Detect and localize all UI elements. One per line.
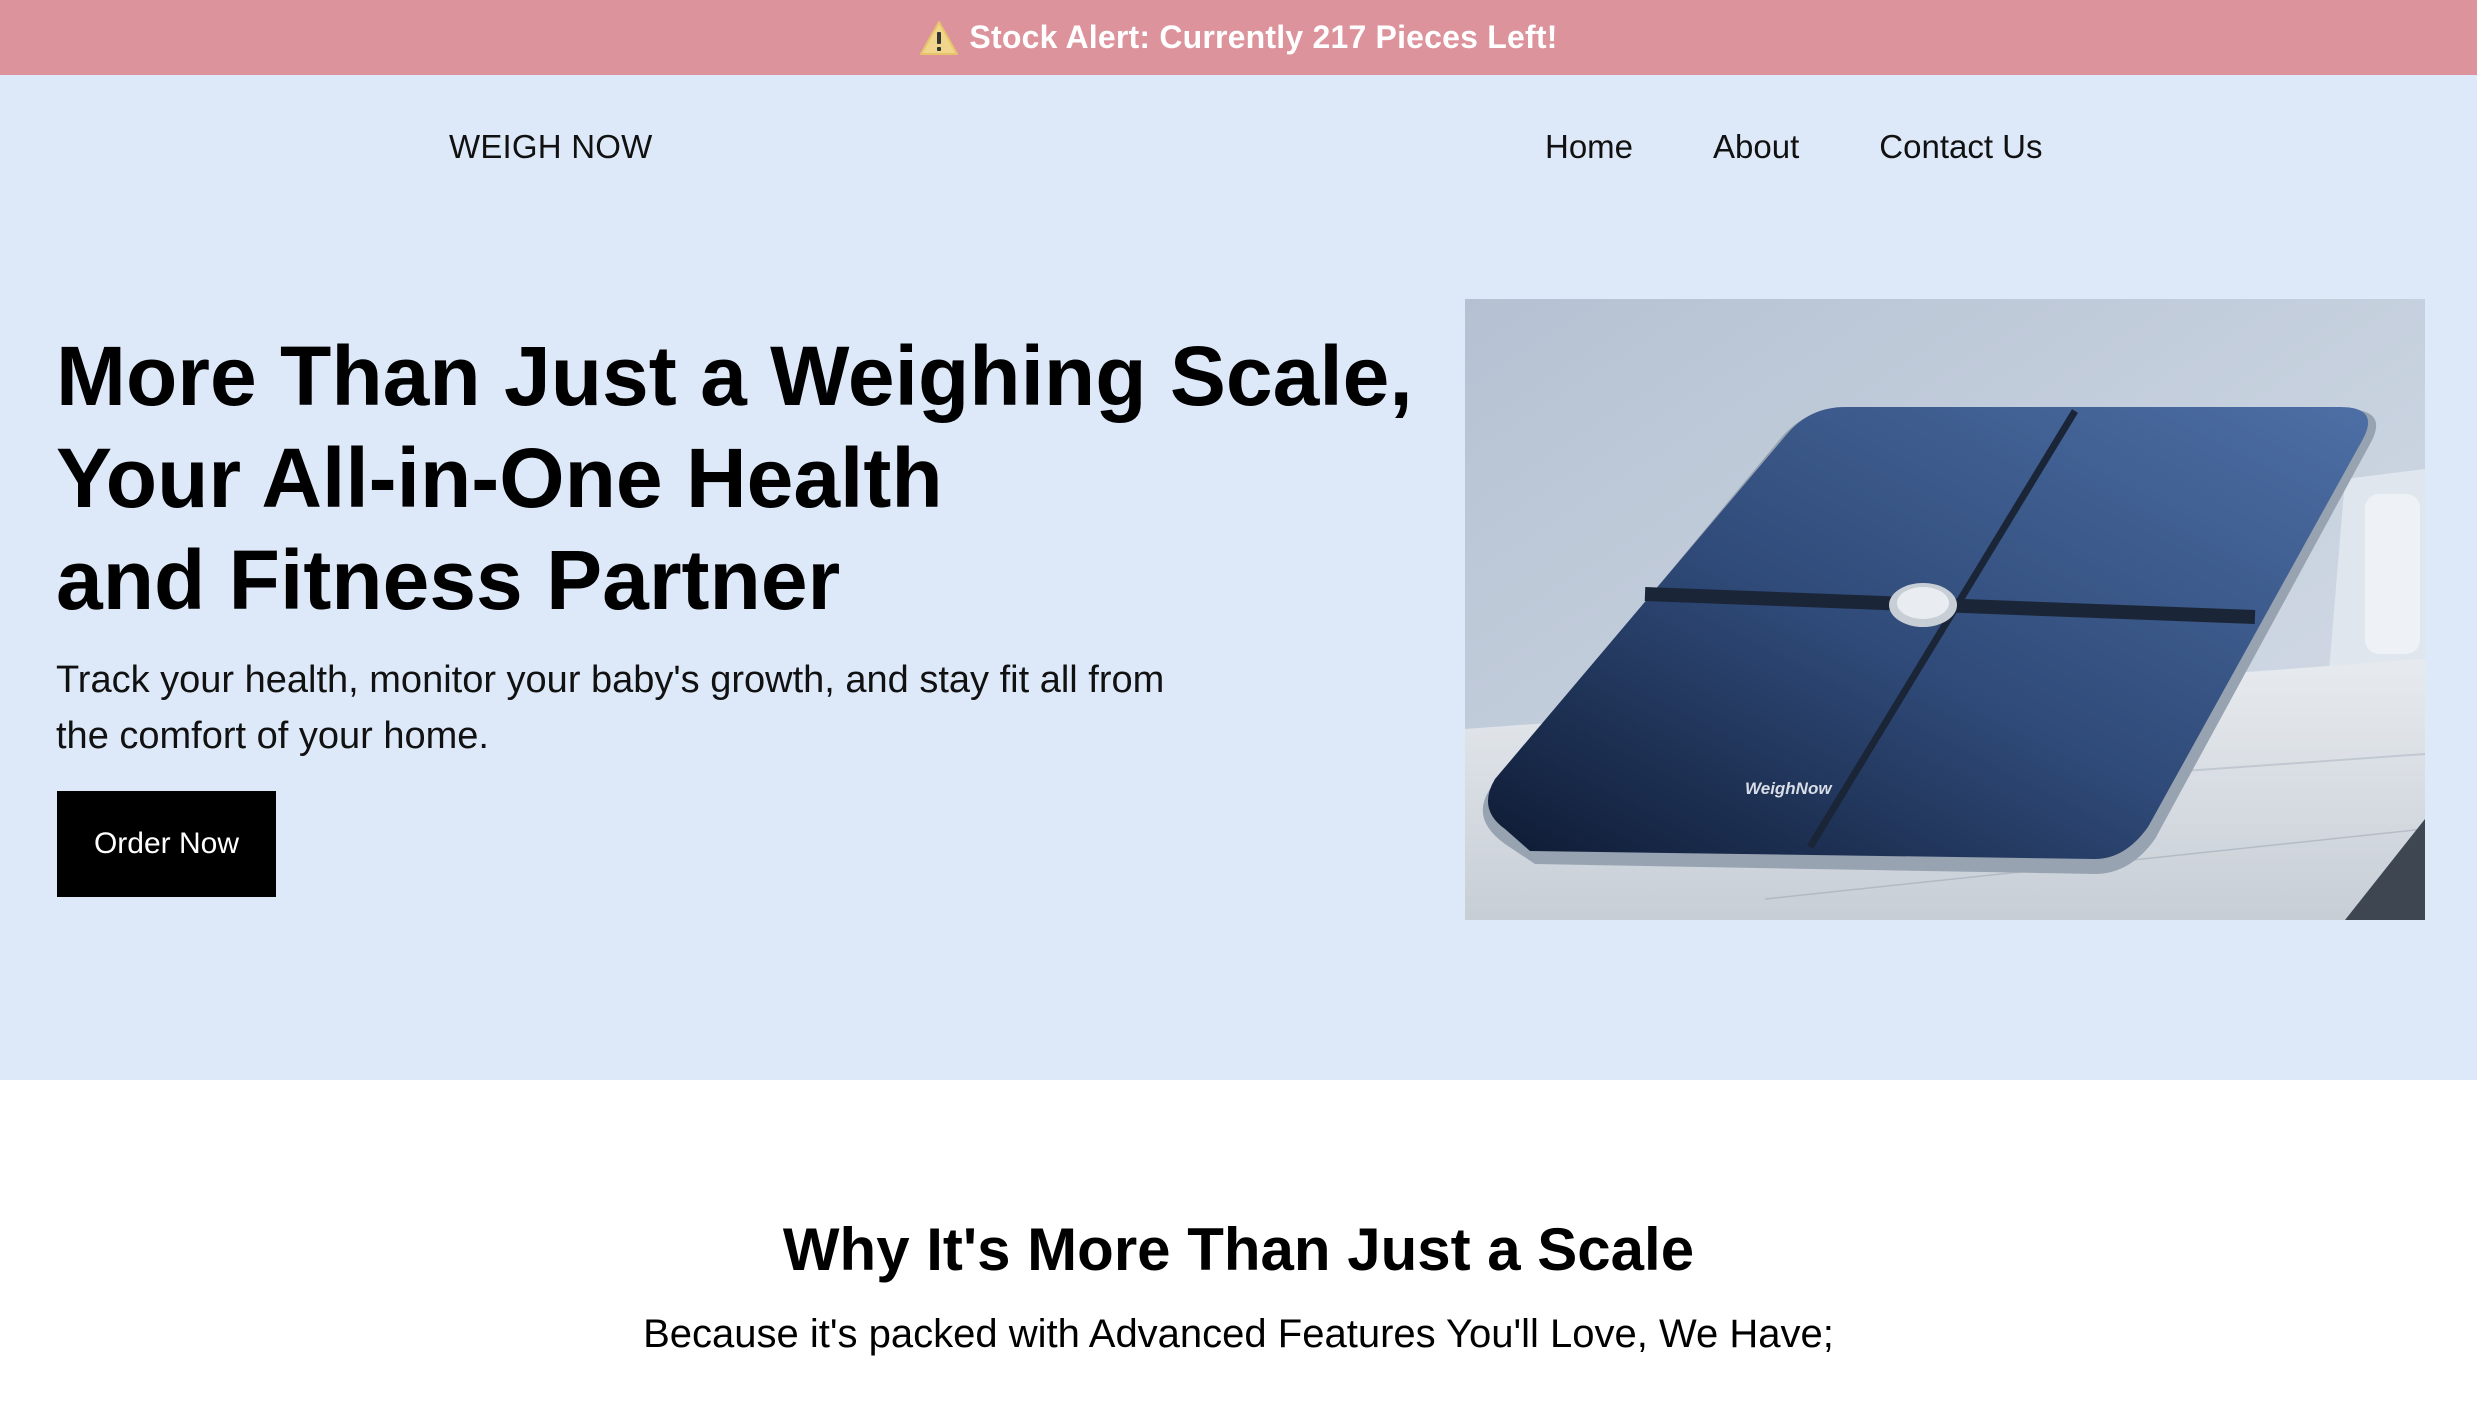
features-subtitle: Because it's packed with Advanced Featur… xyxy=(643,1312,1834,1356)
hero-section: WEIGH NOW Home About Contact Us More Tha… xyxy=(0,75,2477,1080)
nav-link-about[interactable]: About xyxy=(1713,128,1799,166)
hero-title-line: More Than Just a Weighing Scale, xyxy=(56,329,1413,423)
hero-subtitle: Track your health, monitor your baby's g… xyxy=(56,659,1165,757)
stock-alert-banner: Stock Alert: Currently 217 Pieces Left! xyxy=(0,0,2477,75)
hero-title-line: and Fitness Partner xyxy=(56,533,841,627)
order-now-button[interactable]: Order Now xyxy=(57,791,276,897)
smart-scale-product-image: WeighNow xyxy=(1465,299,2425,920)
scale-brand-text: WeighNow xyxy=(1745,779,1833,798)
hero-title: More Than Just a Weighing Scale, Your Al… xyxy=(56,325,1456,631)
hero-title-line: Your All-in-One Health xyxy=(56,431,943,525)
main-nav: Home About Contact Us xyxy=(1545,128,2123,166)
stock-alert-text: Stock Alert: Currently 217 Pieces Left! xyxy=(969,19,1558,55)
features-title: Why It's More Than Just a Scale xyxy=(782,1216,1695,1283)
nav-link-contact[interactable]: Contact Us xyxy=(1879,128,2042,166)
nav-link-home[interactable]: Home xyxy=(1545,128,1633,166)
warning-icon xyxy=(919,20,959,56)
site-logo[interactable]: WEIGH NOW xyxy=(449,128,652,166)
features-section: Why It's More Than Just a Scale Because … xyxy=(0,1080,2477,1418)
